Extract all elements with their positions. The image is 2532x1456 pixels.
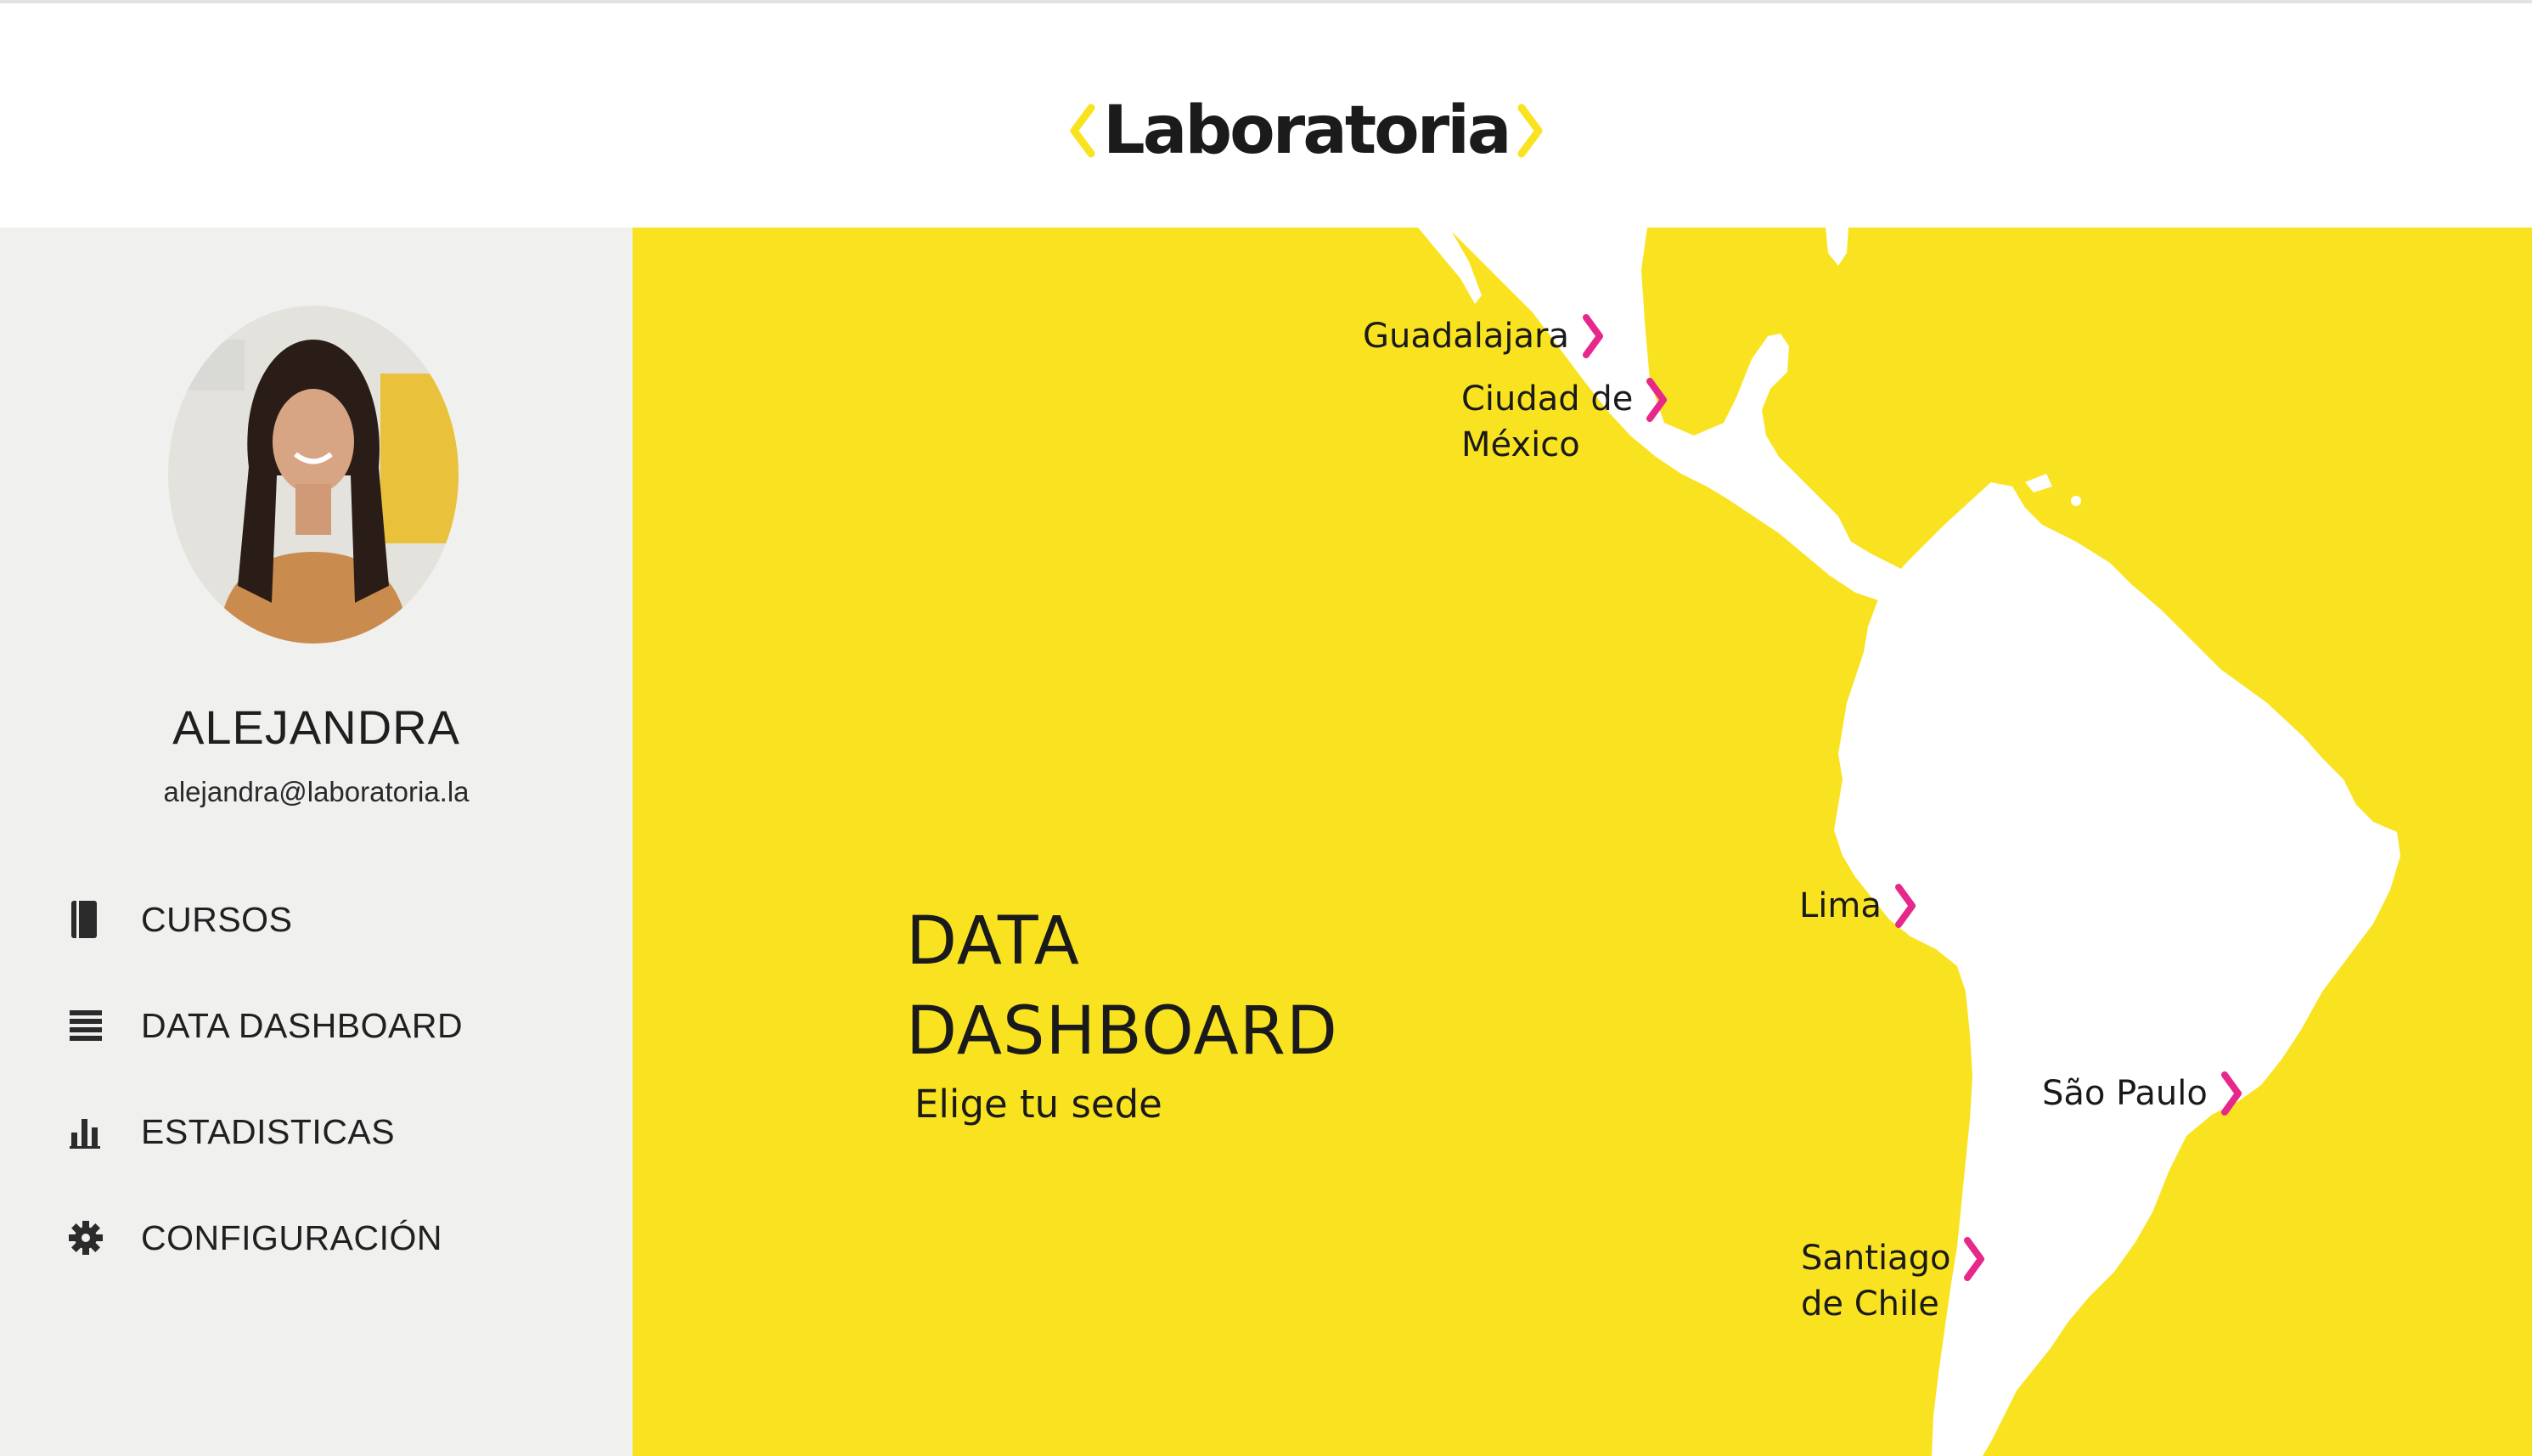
city-label: São Paulo xyxy=(2042,1074,2208,1113)
hero: DATA DASHBOARD Elige tu sede xyxy=(906,897,1415,1127)
city-link-sao-paulo[interactable]: São Paulo xyxy=(2042,1070,2243,1117)
logo-text: Laboratoria xyxy=(1103,93,1512,169)
city-label: Santiago de Chile xyxy=(1801,1239,1951,1324)
sidebar-item-cursos[interactable]: CURSOS xyxy=(68,890,292,949)
city-link-lima[interactable]: Lima xyxy=(1799,882,1917,930)
list-icon xyxy=(68,1003,114,1048)
profile-photo xyxy=(168,306,459,644)
city-link-ciudad-de-mexico[interactable]: Ciudad de México xyxy=(1461,376,1668,468)
logo-right-bracket-icon xyxy=(1517,104,1543,158)
sidebar: ALEJANDRA alejandra@laboratoria.la CURSO… xyxy=(0,228,633,1456)
city-link-santiago-de-chile[interactable]: Santiago de Chile xyxy=(1801,1235,1986,1327)
laboratoria-logo[interactable]: Laboratoria xyxy=(1066,84,1547,177)
sidebar-item-label: CONFIGURACIÓN xyxy=(141,1217,442,1257)
chevron-right-icon xyxy=(1894,884,1916,928)
avatar xyxy=(168,306,459,644)
chevron-right-icon xyxy=(2220,1071,2242,1116)
sidebar-item-configuracion[interactable]: CONFIGURACIÓN xyxy=(68,1208,442,1268)
header: Laboratoria xyxy=(0,3,2532,228)
city-link-guadalajara[interactable]: Guadalajara xyxy=(1363,312,1605,360)
book-icon xyxy=(68,897,114,942)
bar-chart-icon xyxy=(68,1109,114,1155)
app-page: Laboratoria ALEJANDRA alejandra@laborato… xyxy=(0,0,2532,1456)
sidebar-item-data-dashboard[interactable]: DATA DASHBOARD xyxy=(68,996,463,1055)
city-label: Lima xyxy=(1799,886,1882,925)
chevron-right-icon xyxy=(1582,314,1603,358)
chevron-right-icon xyxy=(1646,378,1668,422)
gear-icon xyxy=(68,1215,114,1261)
logo-left-bracket-icon xyxy=(1070,104,1095,158)
sidebar-item-label: CURSOS xyxy=(141,899,293,939)
city-label: Ciudad de México xyxy=(1461,379,1634,464)
sidebar-item-label: DATA DASHBOARD xyxy=(141,1005,464,1045)
user-email: alejandra@laboratoria.la xyxy=(163,776,470,807)
map-panel: DATA DASHBOARD Elige tu sede Guadalajara… xyxy=(633,228,2532,1456)
page-subtitle: Elige tu sede xyxy=(914,1082,1162,1127)
page-title: DATA DASHBOARD xyxy=(906,903,1338,1070)
city-label: Guadalajara xyxy=(1363,317,1569,356)
sidebar-item-label: ESTADISTICAS xyxy=(141,1111,396,1151)
sidebar-item-estadisticas[interactable]: ESTADISTICAS xyxy=(68,1102,395,1161)
user-name: ALEJANDRA xyxy=(172,700,460,754)
chevron-right-icon xyxy=(1964,1237,1985,1281)
